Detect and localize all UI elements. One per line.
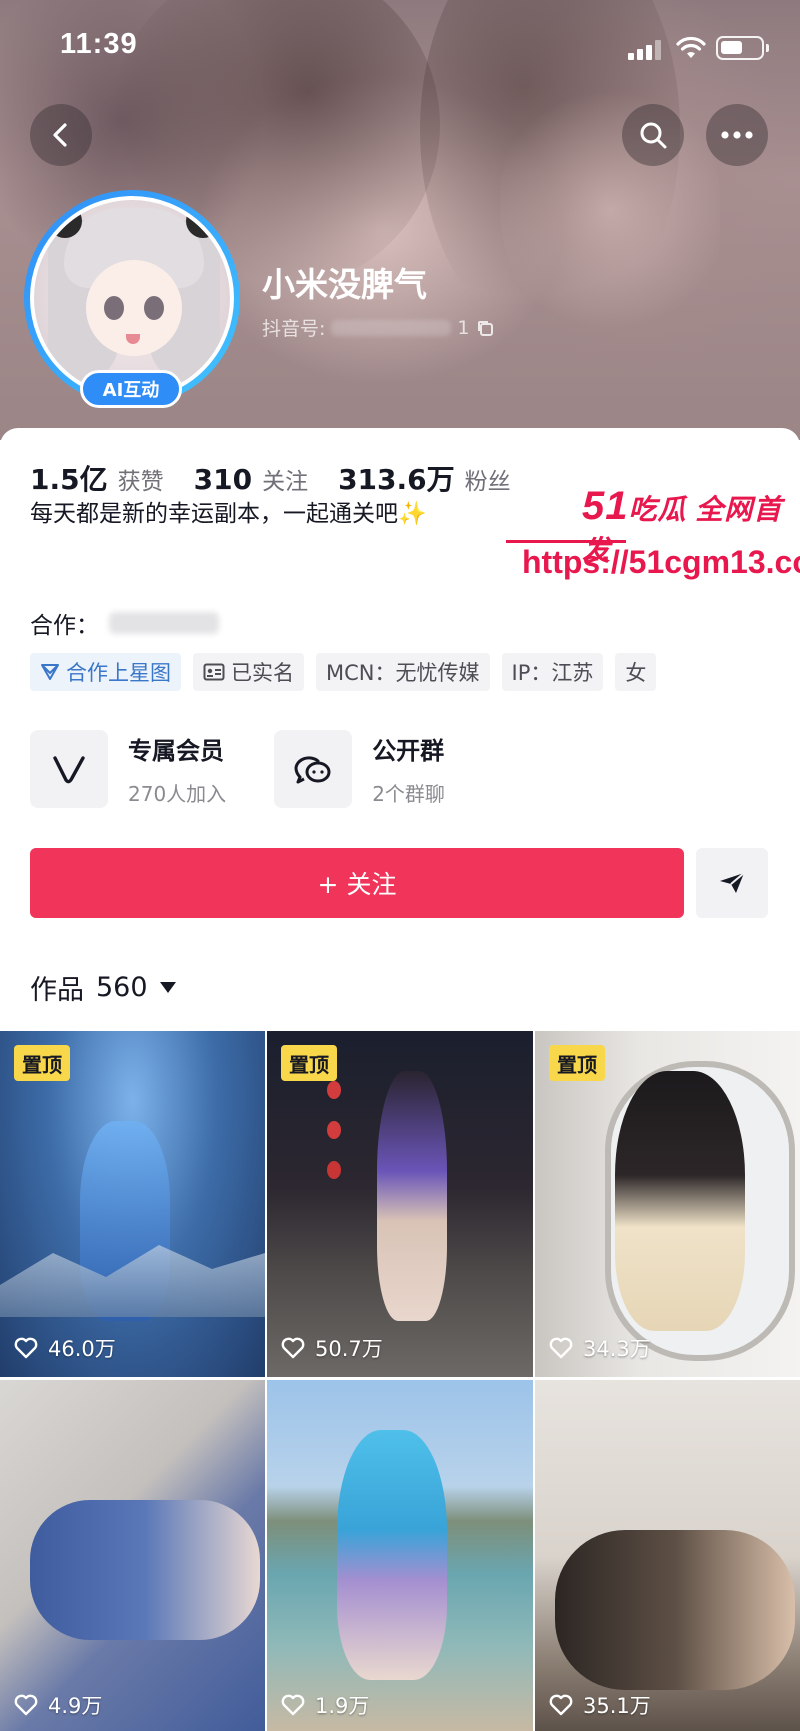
tag-star-map[interactable]: 合作上星图: [30, 653, 181, 691]
pinned-badge: 置顶: [14, 1045, 70, 1081]
status-bar: 11:39: [0, 0, 800, 96]
stat-value: 310: [193, 463, 253, 496]
search-icon: [640, 122, 667, 149]
blurred-contact: [109, 612, 219, 634]
feature-title: 专属会员: [128, 737, 224, 765]
stat-following[interactable]: 310 关注: [194, 462, 308, 496]
like-count-value: 34.3万: [583, 1337, 651, 1361]
search-button[interactable]: [622, 104, 684, 166]
public-group[interactable]: 公开群 2个群聊: [274, 730, 445, 808]
watermark-url: https://51cgm13.com: [522, 544, 800, 580]
battery-icon: [716, 36, 769, 60]
feature-row: 专属会员 270人加入 公开群 2个群聊: [30, 730, 445, 808]
chevron-left-icon: [53, 123, 67, 147]
back-button[interactable]: [30, 104, 92, 166]
heart-icon: [549, 1337, 573, 1359]
video-tile[interactable]: 4.9万: [0, 1380, 265, 1731]
video-tile[interactable]: 置顶 50.7万: [267, 1031, 533, 1377]
tag-label: MCN：无忧传媒: [326, 661, 480, 685]
like-count-value: 46.0万: [48, 1337, 116, 1361]
blurred-id: [331, 319, 452, 336]
heart-icon: [281, 1694, 305, 1716]
ai-interaction-badge[interactable]: AI互动: [80, 370, 182, 408]
nickname: 小米没脾气: [262, 265, 427, 304]
video-grid: 置顶 46.0万 置顶 50.7万 置顶 34.3万 4.9万 1.9万 35.…: [0, 1031, 800, 1731]
like-count: 34.3万: [549, 1333, 651, 1363]
vip-v-icon: [53, 756, 85, 784]
tag-label: 已实名: [231, 661, 294, 685]
like-count: 35.1万: [549, 1690, 651, 1720]
stat-value: 1.5亿: [30, 463, 108, 496]
douyin-id-tail: 1: [457, 316, 470, 339]
stat-followers[interactable]: 313.6万 粉丝: [338, 458, 511, 498]
tag-row: 合作上星图 已实名 MCN：无忧传媒 IP：江苏 女: [30, 653, 657, 691]
tag-mcn[interactable]: MCN：无忧传媒: [316, 653, 490, 691]
cooperation-label: 合作：: [30, 613, 99, 639]
cellular-signal-icon: [628, 40, 662, 60]
caret-down-icon: [159, 982, 176, 993]
copy-icon[interactable]: [476, 319, 494, 337]
video-tile[interactable]: 置顶 34.3万: [535, 1031, 800, 1377]
watermark: 51吃瓜 全网首发 https://51cgm13.com: [502, 484, 800, 590]
more-dots-icon: [721, 131, 753, 139]
stat-label: 获赞: [117, 469, 164, 495]
heart-icon: [14, 1694, 38, 1716]
feature-subtitle: 2个群聊: [372, 782, 445, 806]
video-tile[interactable]: 1.9万: [267, 1380, 533, 1731]
like-count-value: 35.1万: [583, 1694, 651, 1718]
like-count: 4.9万: [14, 1690, 102, 1720]
watermark-line: [506, 540, 626, 543]
follow-button[interactable]: + 关注: [30, 848, 684, 918]
share-button[interactable]: [696, 848, 768, 918]
like-count: 46.0万: [14, 1333, 116, 1363]
watermark-brand-num: 51: [582, 484, 629, 528]
works-count: 560: [96, 972, 148, 1003]
pinned-badge: 置顶: [281, 1045, 337, 1081]
heart-icon: [281, 1337, 305, 1359]
like-count-value: 1.9万: [315, 1694, 370, 1718]
wifi-icon: [676, 36, 706, 58]
group-chat-icon: [294, 756, 331, 784]
stat-label: 关注: [262, 469, 309, 495]
works-label: 作品: [30, 975, 84, 1006]
stats-row: 1.5亿 获赞 310 关注 313.6万 粉丝: [30, 458, 511, 498]
star-map-icon: [41, 664, 59, 680]
tag-ip: IP：江苏: [501, 653, 604, 691]
tag-label: IP：江苏: [511, 661, 594, 685]
like-count: 50.7万: [281, 1333, 383, 1363]
video-tile[interactable]: 置顶 46.0万: [0, 1031, 265, 1377]
like-count: 1.9万: [281, 1690, 369, 1720]
send-icon: [720, 872, 745, 893]
tag-gender: 女: [615, 653, 657, 691]
bio: 每天都是新的幸运副本，一起通关吧✨: [30, 501, 427, 527]
tag-label: 女: [625, 661, 647, 685]
tag-label: 合作上星图: [66, 661, 171, 685]
heart-icon: [549, 1694, 573, 1716]
feature-title: 公开群: [372, 737, 445, 765]
douyin-id[interactable]: 抖音号: 1: [262, 314, 494, 341]
stat-value: 313.6万: [338, 463, 455, 496]
cooperation: 合作：: [30, 606, 219, 640]
more-button[interactable]: [706, 104, 768, 166]
pinned-badge: 置顶: [549, 1045, 605, 1081]
video-tile[interactable]: 35.1万: [535, 1380, 800, 1731]
douyin-id-label: 抖音号:: [262, 318, 326, 340]
action-row: + 关注: [30, 848, 768, 918]
like-count-value: 50.7万: [315, 1337, 383, 1361]
like-count-value: 4.9万: [48, 1694, 103, 1718]
status-time: 11:39: [60, 28, 138, 60]
tag-verified[interactable]: 已实名: [193, 653, 304, 691]
id-card-icon: [203, 663, 225, 681]
heart-icon: [14, 1337, 38, 1359]
feature-subtitle: 270人加入: [128, 782, 227, 806]
exclusive-membership[interactable]: 专属会员 270人加入: [30, 730, 226, 808]
works-tab[interactable]: 作品 560: [30, 968, 176, 1007]
stat-likes[interactable]: 1.5亿 获赞: [30, 458, 164, 498]
